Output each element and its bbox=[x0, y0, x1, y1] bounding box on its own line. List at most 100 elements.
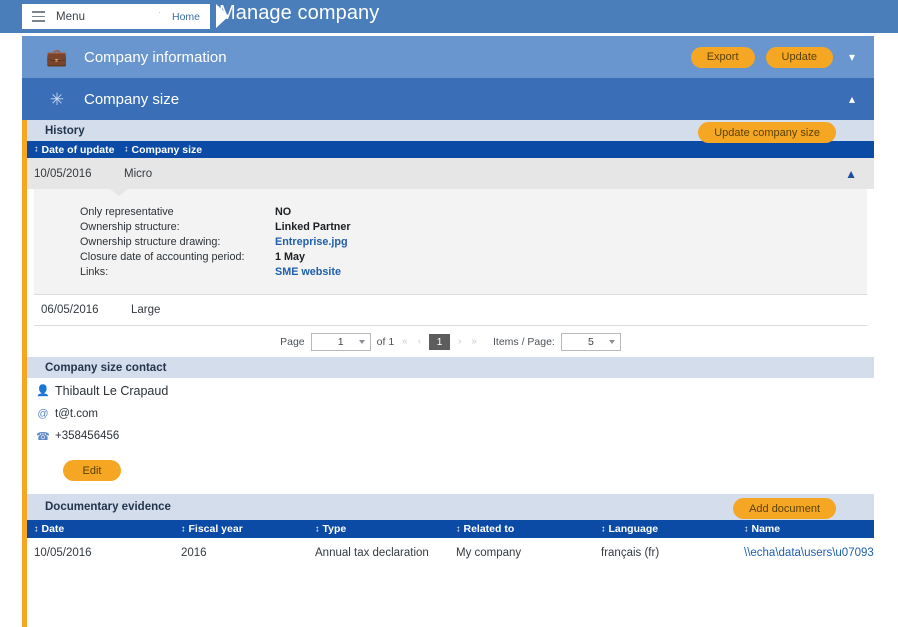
sme-website-link[interactable]: SME website bbox=[275, 265, 341, 280]
sort-icon: ↕ bbox=[601, 523, 606, 533]
column-header-label: Fiscal year bbox=[188, 523, 243, 535]
sort-icon: ↕ bbox=[34, 143, 39, 154]
column-header-label: Type bbox=[322, 523, 347, 535]
detail-label: Ownership structure drawing: bbox=[80, 236, 221, 248]
chevron-down-icon[interactable]: ▾ bbox=[844, 49, 860, 65]
breadcrumb-home-label: Home bbox=[172, 10, 201, 23]
breadcrumb-home[interactable]: Home bbox=[160, 4, 211, 29]
chevron-down-icon bbox=[608, 339, 615, 344]
accordion-company-information[interactable]: 💼 Company information Export Update ▾ bbox=[22, 36, 874, 78]
update-company-size-action: Update company size bbox=[698, 122, 836, 143]
company-size-panel: History Update company size ↕ Date of up… bbox=[27, 120, 874, 627]
document-date: 10/05/2016 bbox=[34, 547, 92, 559]
sort-icon: ↕ bbox=[744, 523, 749, 533]
briefcase-icon: 💼 bbox=[46, 47, 68, 67]
first-page-button[interactable]: « bbox=[400, 336, 410, 347]
contact-phone: +358456456 bbox=[55, 430, 120, 442]
contact-section-header: Company size contact bbox=[27, 357, 874, 378]
detail-value: 1 May bbox=[275, 251, 306, 263]
column-header-date[interactable]: ↕ Date bbox=[34, 523, 181, 535]
ownership-drawing-link[interactable]: Entreprise.jpg bbox=[275, 235, 348, 250]
table-row[interactable]: 10/05/2016 Micro ▲ bbox=[27, 158, 874, 196]
history-section-label: History bbox=[45, 124, 85, 137]
table-row[interactable]: 10/05/2016 2016 Annual tax declaration M… bbox=[27, 538, 874, 568]
items-per-page-label: Items / Page: bbox=[492, 335, 555, 348]
column-header-fiscal-year[interactable]: ↕ Fiscal year bbox=[181, 523, 315, 535]
column-header-label: Related to bbox=[463, 523, 515, 535]
detail-label: Links: bbox=[80, 266, 109, 278]
menu-dropdown[interactable]: Menu bbox=[22, 4, 180, 29]
phone-icon: ☎ bbox=[36, 430, 50, 443]
edit-contact-action: Edit bbox=[63, 460, 874, 481]
sort-icon: ↕ bbox=[315, 523, 320, 533]
detail-value: Linked Partner bbox=[275, 221, 351, 233]
column-header-label: Company size bbox=[131, 143, 203, 156]
column-header-company-size[interactable]: ↕ Company size bbox=[124, 144, 202, 156]
accordion-company-information-title: Company information bbox=[84, 48, 227, 66]
current-page-button[interactable]: 1 bbox=[429, 333, 451, 350]
column-header-date-of-update[interactable]: ↕ Date of update bbox=[34, 144, 124, 156]
update-button[interactable]: Update bbox=[765, 46, 833, 68]
page-total-label: of 1 bbox=[376, 335, 395, 348]
contact-email-row: @ t@t.com bbox=[36, 403, 874, 425]
documents-section-header: Documentary evidence Add document bbox=[27, 494, 874, 520]
detail-label: Ownership structure: bbox=[80, 221, 180, 233]
column-header-type[interactable]: ↕ Type bbox=[315, 523, 456, 535]
column-header-related-to[interactable]: ↕ Related to bbox=[456, 523, 601, 535]
hamburger-icon bbox=[32, 11, 45, 22]
column-header-label: Language bbox=[608, 523, 659, 535]
page-select-value: 1 bbox=[337, 335, 344, 348]
add-document-button[interactable]: Add document bbox=[733, 498, 836, 519]
prev-page-button[interactable]: ‹ bbox=[416, 336, 423, 347]
column-header-label: Name bbox=[751, 523, 781, 535]
accordion-company-size[interactable]: ✳ Company size ▴ bbox=[22, 78, 874, 120]
detail-field: Ownership structure: Linked Partner bbox=[34, 220, 867, 235]
items-per-page-value: 5 bbox=[587, 335, 594, 348]
document-language: français (fr) bbox=[601, 547, 660, 559]
history-detail-panel: Only representative NO Ownership structu… bbox=[34, 189, 867, 295]
page-title: Manage company bbox=[219, 2, 380, 24]
top-bar: Menu Home Manage company bbox=[0, 0, 898, 33]
document-name-link[interactable]: \\echa\data\users\u07093\My... bbox=[744, 547, 874, 559]
edit-button[interactable]: Edit bbox=[63, 460, 121, 481]
export-button[interactable]: Export bbox=[690, 46, 755, 68]
row-company-size: Large bbox=[131, 304, 161, 316]
person-icon: 👤 bbox=[36, 385, 50, 397]
sort-icon: ↕ bbox=[124, 143, 129, 154]
items-per-page-select[interactable]: 5 bbox=[560, 332, 621, 351]
contact-phone-row: ☎ +358456456 bbox=[36, 425, 874, 447]
chevron-down-icon bbox=[358, 339, 365, 344]
next-page-button[interactable]: › bbox=[456, 336, 463, 347]
sort-icon: ↕ bbox=[34, 523, 39, 533]
sort-icon: ↕ bbox=[456, 523, 461, 533]
history-table-header: ↕ Date of update ↕ Company size bbox=[27, 141, 874, 158]
documents-section-label: Documentary evidence bbox=[45, 501, 171, 513]
document-fiscal-year: 2016 bbox=[181, 547, 207, 559]
company-size-contact: 👤 Thibault Le Crapaud @ t@t.com ☎ +35845… bbox=[27, 378, 874, 481]
page-label: Page bbox=[280, 335, 305, 348]
document-related-to: My company bbox=[456, 547, 522, 559]
row-company-size: Micro bbox=[124, 167, 153, 180]
sort-icon: ↕ bbox=[181, 523, 186, 533]
chevron-up-icon[interactable]: ▲ bbox=[845, 167, 857, 181]
detail-value: NO bbox=[275, 206, 292, 218]
detail-label: Closure date of accounting period: bbox=[80, 251, 245, 263]
asterisk-icon: ✳ bbox=[49, 89, 65, 109]
accordion-company-size-title: Company size bbox=[84, 90, 180, 108]
row-date: 06/05/2016 bbox=[41, 304, 99, 316]
detail-field: Ownership structure drawing: Entreprise.… bbox=[34, 235, 867, 250]
detail-field: Only representative NO bbox=[34, 205, 867, 220]
contact-email: t@t.com bbox=[55, 408, 98, 420]
column-header-label: Date of update bbox=[41, 143, 115, 156]
page-select[interactable]: 1 bbox=[310, 332, 371, 351]
at-icon: @ bbox=[37, 408, 49, 420]
chevron-up-icon[interactable]: ▴ bbox=[844, 91, 860, 107]
column-header-name[interactable]: ↕ Name bbox=[744, 523, 874, 535]
table-row[interactable]: 06/05/2016 Large bbox=[34, 295, 867, 326]
column-header-language[interactable]: ↕ Language bbox=[601, 523, 744, 535]
last-page-button[interactable]: » bbox=[469, 336, 479, 347]
document-type: Annual tax declaration bbox=[315, 547, 429, 559]
contact-section-label: Company size contact bbox=[45, 361, 167, 374]
pagination-bar: Page 1 of 1 « ‹ 1 › » Items / Page: 5 bbox=[27, 326, 874, 357]
update-company-size-button[interactable]: Update company size bbox=[698, 122, 836, 143]
